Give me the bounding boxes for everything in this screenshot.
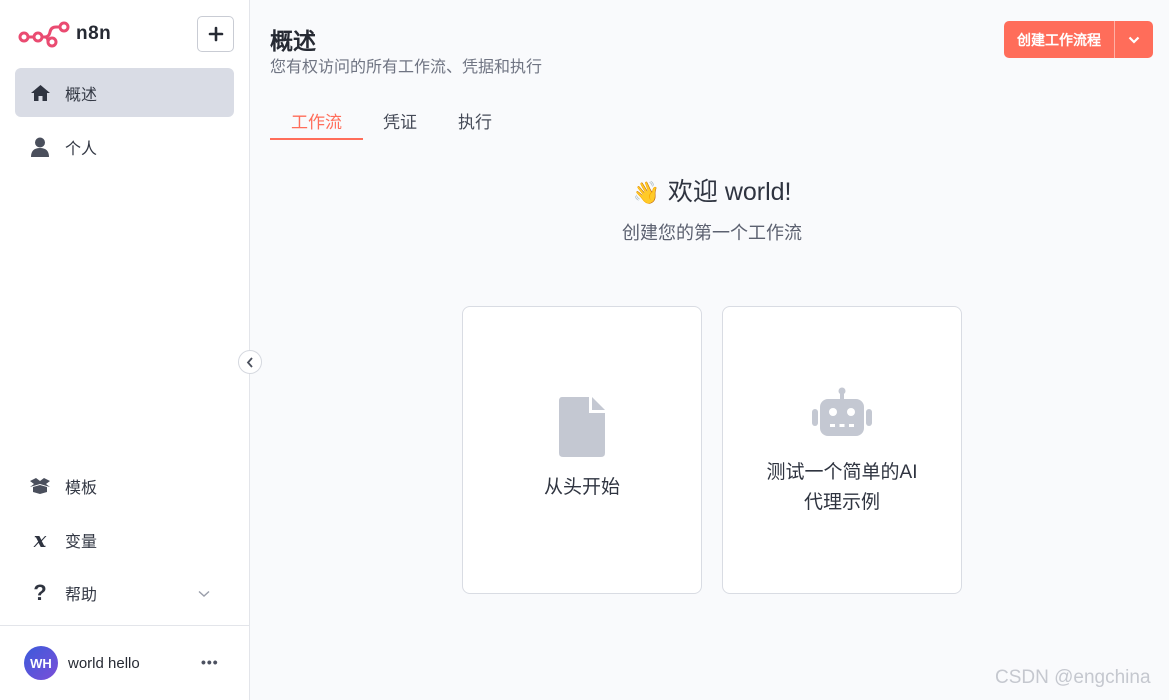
home-icon: [29, 82, 51, 104]
sidebar-item-label: 个人: [65, 140, 98, 158]
user-name: world hello: [68, 655, 140, 672]
ai-agent-example-card[interactable]: 测试一个简单的AI 代理示例: [722, 306, 962, 594]
create-workflow-split-button: 创建工作流程: [1004, 21, 1153, 58]
card-label-line2: 代理示例: [803, 492, 880, 513]
card-label: 从头开始: [543, 477, 620, 498]
card-label: 测试一个简单的AI 代理示例: [723, 458, 961, 518]
start-from-scratch-card[interactable]: 从头开始: [462, 306, 702, 594]
sidebar-item-templates[interactable]: 模板: [15, 461, 234, 510]
welcome-heading: 👋 欢迎 world!: [462, 172, 962, 208]
sidebar-item-label: 概述: [65, 86, 98, 104]
add-button[interactable]: [197, 16, 234, 52]
n8n-logo-icon: [18, 21, 70, 48]
tab-executions[interactable]: 执行: [437, 98, 513, 140]
sidebar-item-label: 模板: [65, 479, 98, 497]
welcome-subtitle: 创建您的第一个工作流: [622, 223, 802, 243]
chevron-down-icon: [1128, 36, 1140, 44]
card-label-line1: 测试一个简单的AI: [766, 462, 918, 483]
chevron-left-icon: [246, 356, 253, 368]
tab-workflows[interactable]: 工作流: [270, 98, 363, 140]
chevron-down-icon[interactable]: [198, 585, 210, 603]
welcome-title: 欢迎 world!: [667, 178, 792, 206]
sidebar: n8n 概述 个人 模板 x 变量 ? 帮助 WH world hello ••…: [0, 0, 250, 700]
robot-icon: [723, 387, 961, 437]
watermark: CSDN @engchina: [995, 667, 1151, 688]
avatar[interactable]: WH: [24, 646, 58, 680]
sidebar-item-help[interactable]: ? 帮助: [15, 568, 234, 617]
more-options-icon[interactable]: •••: [201, 654, 219, 670]
variable-icon: x: [33, 527, 47, 552]
page-subtitle: 您有权访问的所有工作流、凭据和执行: [270, 59, 543, 76]
sidebar-item-label: 帮助: [65, 586, 98, 604]
question-icon: ?: [33, 579, 47, 605]
logo[interactable]: n8n: [18, 16, 111, 52]
file-icon: [463, 397, 701, 457]
sidebar-item-overview[interactable]: 概述: [15, 68, 234, 117]
app-name: n8n: [76, 23, 112, 44]
sidebar-item-personal[interactable]: 个人: [15, 122, 234, 171]
tab-credentials[interactable]: 凭证: [363, 98, 437, 140]
waving-hand-icon: 👋: [632, 180, 660, 205]
create-options-dropdown[interactable]: [1115, 21, 1153, 58]
collapse-sidebar-button[interactable]: [238, 350, 262, 374]
sidebar-item-variables[interactable]: x 变量: [15, 515, 234, 564]
create-workflow-button[interactable]: 创建工作流程: [1004, 21, 1115, 58]
tabs: 工作流 凭证 执行: [270, 98, 513, 140]
user-icon: [29, 136, 51, 158]
page-title: 概述: [270, 28, 316, 54]
box-open-icon: [29, 475, 51, 497]
user-panel: WH world hello •••: [0, 625, 250, 700]
plus-icon: [208, 26, 223, 42]
sidebar-item-label: 变量: [65, 533, 98, 551]
